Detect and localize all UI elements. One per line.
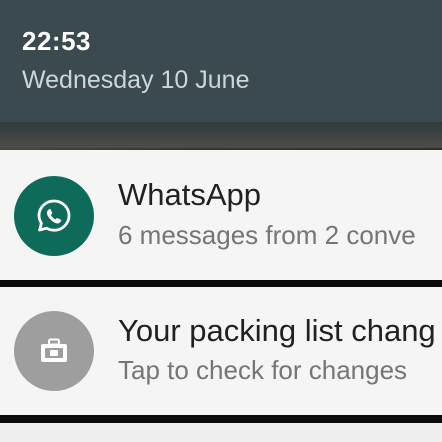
- clock-time: 22:53: [22, 26, 91, 56]
- notification-title: Your packing list chang: [118, 313, 436, 348]
- notification-divider: [0, 280, 442, 287]
- lock-screen: 22:53 Wednesday 10 June WhatsApp 6 messa…: [0, 0, 442, 442]
- notification-divider: [0, 415, 442, 423]
- notification-text: 6 messages from 2 conve: [118, 220, 416, 250]
- shade-handle-strip: [0, 122, 442, 148]
- notification-packing-list[interactable]: Your packing list chang Tap to check for…: [0, 287, 442, 415]
- notification-shade-header: 22:53 Wednesday 10 June: [0, 0, 442, 122]
- suitcase-icon: [14, 311, 94, 391]
- notification-partial[interactable]: [0, 423, 442, 442]
- notification-text: Tap to check for changes: [118, 355, 408, 385]
- clock-date: Wednesday 10 June: [22, 66, 250, 94]
- notification-whatsapp[interactable]: WhatsApp 6 messages from 2 conve: [0, 150, 442, 280]
- notification-title: WhatsApp: [118, 177, 262, 212]
- whatsapp-icon: [14, 176, 94, 256]
